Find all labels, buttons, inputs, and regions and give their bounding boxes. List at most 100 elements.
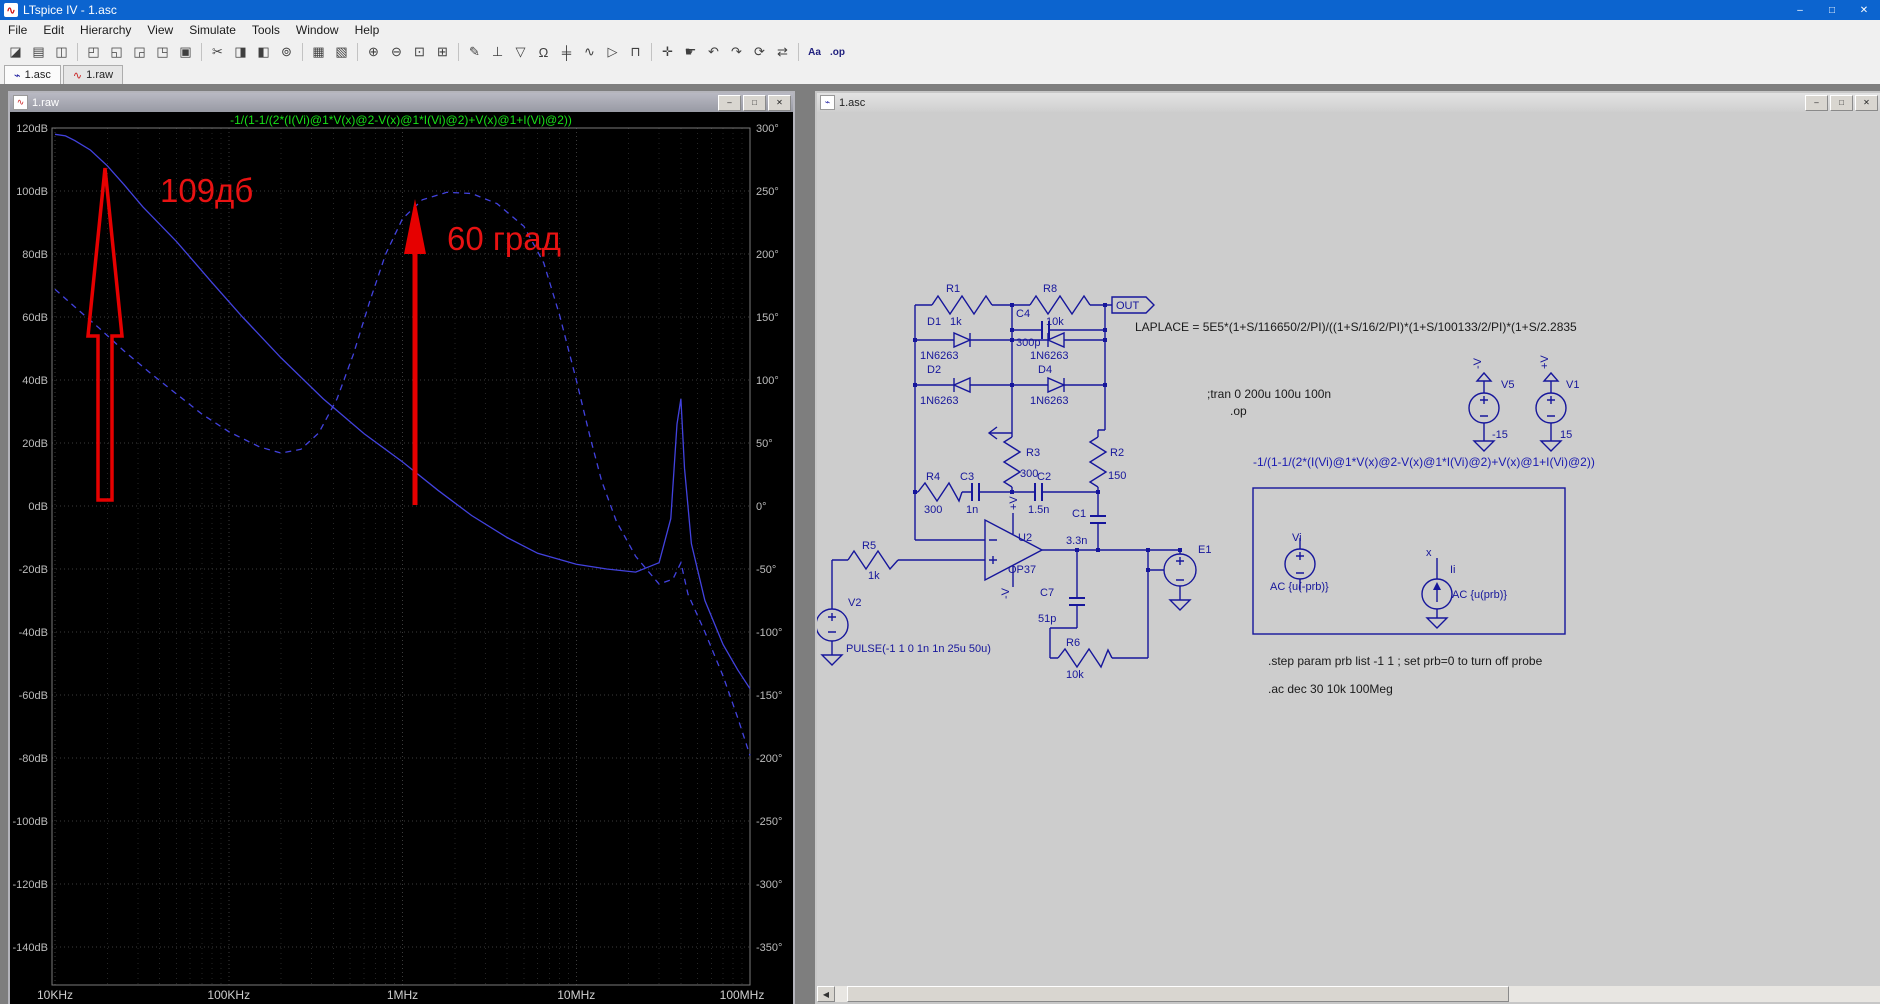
- diode-D4[interactable]: [1047, 376, 1066, 394]
- degree-tick-label: 250°: [756, 186, 779, 198]
- voltage-source-Vi[interactable]: [1284, 548, 1316, 580]
- minimize-button[interactable]: –: [1784, 0, 1816, 20]
- tran-comment[interactable]: ;tran 0 200u 100u 100n: [1207, 387, 1331, 401]
- diode-D3[interactable]: [1046, 331, 1065, 349]
- label-c7-value: 51p: [1038, 613, 1056, 625]
- toolbar-print-button[interactable]: ▦: [308, 42, 329, 62]
- toolbar-resistor-button[interactable]: Ω: [533, 42, 554, 62]
- toolbar: ◪ ▤ ◫ ◰ ◱ ◲ ◳ ▣ ✂ ◨ ◧ ⊚ ▦ ▧ ⊕ ⊖ ⊡ ⊞ ✎ ⊥ ▽ Ω ╪ ∿ ▷ ⊓ ✛ ☛ ↶ ↷ ⟳ ⇄ Aa .op: [0, 39, 1880, 66]
- label-d2-name: D2: [927, 364, 941, 376]
- toolbar-inductor-button[interactable]: ∿: [579, 42, 600, 62]
- loop-gain-expression[interactable]: -1/(1-1/(2*(I(Vi)@1*V(x)@2-V(x)@1*I(Vi)@…: [1253, 455, 1595, 469]
- schematic-close-button[interactable]: ✕: [1855, 94, 1878, 111]
- toolbar-new-schematic-button[interactable]: ◪: [5, 42, 26, 62]
- toolbar-undo-button[interactable]: ↶: [703, 42, 724, 62]
- label-ii-value: AC {u(prb)}: [1452, 589, 1507, 601]
- toolbar-wire-button[interactable]: ✎: [464, 42, 485, 62]
- scroll-left-button[interactable]: ◀: [817, 986, 835, 1002]
- menu-window[interactable]: Window: [288, 20, 347, 39]
- tab-1asc[interactable]: ⌁ 1.asc: [4, 65, 61, 84]
- toolbar-zoom-out-button[interactable]: ⊖: [386, 42, 407, 62]
- toolbar-zoom-in-button[interactable]: ⊕: [363, 42, 384, 62]
- menu-simulate[interactable]: Simulate: [181, 20, 244, 39]
- schematic-minimize-button[interactable]: –: [1805, 94, 1828, 111]
- schematic-canvas[interactable]: R1 1k R8 10k C4 300p D1 1N6263 D2 1N6263…: [817, 112, 1878, 988]
- degree-tick-label: 0°: [756, 501, 767, 513]
- close-button[interactable]: ✕: [1848, 0, 1880, 20]
- toolbar-redo-button[interactable]: ↷: [726, 42, 747, 62]
- toolbar-net-label-button[interactable]: ▽: [510, 42, 531, 62]
- toolbar-rotate-button[interactable]: ⟳: [749, 42, 770, 62]
- label-r2-value: 150: [1108, 470, 1126, 482]
- toolbar-tile-horizontal-button[interactable]: ◱: [106, 42, 127, 62]
- label-c7-name: C7: [1040, 587, 1054, 599]
- menu-help[interactable]: Help: [347, 20, 388, 39]
- tab-1raw-label: 1.raw: [86, 69, 114, 81]
- maximize-button[interactable]: □: [1816, 0, 1848, 20]
- menu-hierarchy[interactable]: Hierarchy: [72, 20, 139, 39]
- menu-view[interactable]: View: [139, 20, 181, 39]
- bode-plot-canvas[interactable]: 120dB 100dB 80dB 60dB 40dB 20dB 0dB -20dB -40dB -…: [10, 112, 793, 1004]
- step-directive[interactable]: .step param prb list -1 1 ; set prb=0 to…: [1268, 654, 1543, 668]
- toolbar-separator: [201, 43, 202, 61]
- tab-1raw[interactable]: ∿ 1.raw: [62, 65, 124, 84]
- plot-window-titlebar[interactable]: ∿ 1.raw – □ ✕: [10, 93, 793, 112]
- horizontal-scrollbar[interactable]: ◀: [817, 986, 1880, 1002]
- plot-background: [10, 112, 793, 1004]
- trace-title[interactable]: -1/(1-1/(2*(I(Vi)@1*V(x)@2-V(x)@1*I(Vi)@…: [230, 113, 572, 127]
- dependent-source-E1[interactable]: [1163, 553, 1197, 587]
- toolbar-move-button[interactable]: ✛: [657, 42, 678, 62]
- toolbar-save-button[interactable]: ◫: [51, 42, 72, 62]
- resistor-R4[interactable]: [917, 481, 963, 503]
- menu-tools[interactable]: Tools: [244, 20, 288, 39]
- resistor-R1[interactable]: [931, 294, 993, 316]
- plot-close-button[interactable]: ✕: [768, 94, 791, 111]
- plot-maximize-button[interactable]: □: [743, 94, 766, 111]
- voltage-source-V2[interactable]: [817, 608, 849, 642]
- toolbar-component-button[interactable]: ⊓: [625, 42, 646, 62]
- label-c1-name: C1: [1072, 508, 1086, 520]
- toolbar-paste-button[interactable]: ◧: [253, 42, 274, 62]
- toolbar-pan-button[interactable]: ⊞: [432, 42, 453, 62]
- label-c3-name: C3: [960, 471, 974, 483]
- resistor-R8[interactable]: [1029, 294, 1091, 316]
- toolbar-zoom-full-extents-button[interactable]: ⊡: [409, 42, 430, 62]
- toolbar-text-button[interactable]: Aa: [804, 42, 825, 62]
- plot-window-title: 1.raw: [32, 96, 59, 109]
- toolbar-close-window-button[interactable]: ▣: [175, 42, 196, 62]
- toolbar-print-preview-button[interactable]: ▧: [331, 42, 352, 62]
- resistor-R5[interactable]: [847, 549, 899, 571]
- plot-minimize-button[interactable]: –: [718, 94, 741, 111]
- toolbar-cut-button[interactable]: ✂: [207, 42, 228, 62]
- voltage-source-V1[interactable]: [1535, 392, 1567, 424]
- voltage-source-V5[interactable]: [1468, 392, 1500, 424]
- schematic-window-titlebar[interactable]: ⌁ 1.asc – □ ✕: [817, 93, 1880, 112]
- toolbar-spice-directive-button[interactable]: .op: [827, 42, 848, 62]
- toolbar-find-button[interactable]: ⊚: [276, 42, 297, 62]
- ac-directive[interactable]: .ac dec 30 10k 100Meg: [1268, 682, 1393, 696]
- toolbar-open-button[interactable]: ▤: [28, 42, 49, 62]
- resistor-R6[interactable]: [1057, 647, 1113, 669]
- current-source-Ii[interactable]: [1421, 578, 1453, 610]
- schematic-maximize-button[interactable]: □: [1830, 94, 1853, 111]
- label-d1-value: 1N6263: [920, 350, 959, 362]
- waveform-file-icon: ∿: [72, 69, 83, 82]
- toolbar-ground-button[interactable]: ⊥: [487, 42, 508, 62]
- diode-D2[interactable]: [952, 376, 971, 394]
- op-directive[interactable]: .op: [1230, 404, 1247, 418]
- menu-edit[interactable]: Edit: [35, 20, 72, 39]
- toolbar-cascade-windows-button[interactable]: ◰: [83, 42, 104, 62]
- toolbar-capacitor-button[interactable]: ╪: [556, 42, 577, 62]
- resistor-R3[interactable]: [1002, 436, 1022, 488]
- toolbar-diode-button[interactable]: ▷: [602, 42, 623, 62]
- toolbar-zoom-window-button[interactable]: ◳: [152, 42, 173, 62]
- toolbar-mirror-button[interactable]: ⇄: [772, 42, 793, 62]
- diode-D1[interactable]: [953, 331, 972, 349]
- toolbar-tile-vertical-button[interactable]: ◲: [129, 42, 150, 62]
- scrollbar-thumb[interactable]: [847, 986, 1509, 1002]
- toolbar-copy-button[interactable]: ◨: [230, 42, 251, 62]
- menu-file[interactable]: File: [0, 20, 35, 39]
- laplace-directive[interactable]: LAPLACE = 5E5*(1+S/116650/2/PI)/((1+S/16…: [1135, 320, 1577, 334]
- resistor-R2[interactable]: [1088, 436, 1108, 488]
- toolbar-drag-button[interactable]: ☛: [680, 42, 701, 62]
